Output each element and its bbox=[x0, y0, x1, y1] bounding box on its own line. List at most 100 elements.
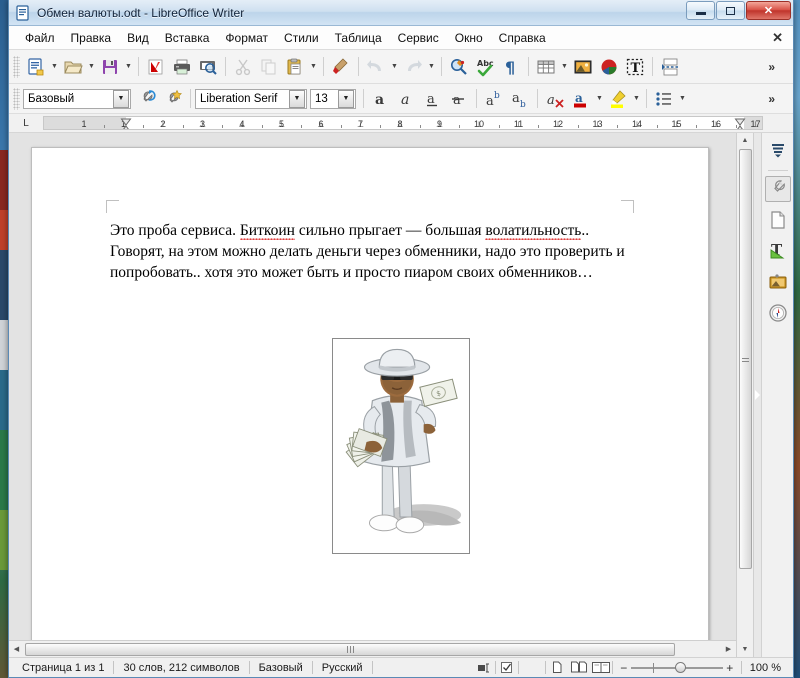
money-man-cartoon-image[interactable]: $ bbox=[332, 338, 470, 554]
vertical-scroll-thumb[interactable] bbox=[738, 149, 752, 569]
undo-button[interactable] bbox=[363, 54, 389, 80]
insert-chart-button[interactable] bbox=[596, 54, 622, 80]
toolbar-grip[interactable] bbox=[13, 55, 20, 78]
copy-button[interactable] bbox=[256, 54, 282, 80]
menu-item-file[interactable]: Файл bbox=[17, 28, 63, 48]
sidebar-navigator-button[interactable] bbox=[765, 300, 791, 326]
selection-mode-icon[interactable] bbox=[473, 662, 495, 674]
default-tab-stop[interactable]: ⊥ bbox=[318, 120, 325, 129]
right-indent-marker[interactable] bbox=[734, 118, 746, 129]
open-document-button[interactable] bbox=[60, 54, 86, 80]
insert-table-button[interactable] bbox=[533, 54, 559, 80]
ruler-track[interactable]: 1 1 2 ⊥ 3 ⊥ 4 ⊥ 5 ⊥ 6 ⊥ 7 ⊥ 8 ⊥ 9 ⊥ 10 ⊥ 11 ⊥ 12 ⊥ 13 ⊥ 14 ⊥ 15 ⊥ 16 ⊥ 1… bbox=[43, 116, 763, 130]
vertical-scrollbar[interactable]: ▲ ▼ bbox=[736, 133, 753, 657]
export-pdf-button[interactable] bbox=[143, 54, 169, 80]
find-replace-button[interactable] bbox=[446, 54, 472, 80]
default-tab-stop[interactable]: ⊥ bbox=[239, 120, 246, 129]
default-tab-stop[interactable]: ⊥ bbox=[634, 120, 641, 129]
close-button[interactable]: ✕ bbox=[746, 1, 791, 20]
superscript-button[interactable]: a b bbox=[481, 86, 507, 112]
unordered-list-dropdown[interactable]: ▼ bbox=[677, 86, 688, 112]
formatting-toolbar-grip[interactable] bbox=[13, 87, 20, 110]
strikethrough-button[interactable]: a bbox=[446, 86, 472, 112]
paragraph-style-dropdown-icon[interactable]: ▼ bbox=[113, 89, 129, 108]
zoom-slider[interactable]: − + bbox=[613, 661, 741, 675]
insert-text-box-button[interactable]: T bbox=[622, 54, 648, 80]
undo-dropdown[interactable]: ▼ bbox=[389, 54, 400, 80]
highlight-color-button[interactable] bbox=[605, 86, 631, 112]
default-tab-stop[interactable]: ⊥ bbox=[160, 120, 167, 129]
standard-toolbar-overflow[interactable]: » bbox=[768, 60, 775, 74]
italic-button[interactable]: a bbox=[394, 86, 420, 112]
document-text[interactable]: Это проба сервиса. Биткоин сильно прыгае… bbox=[110, 220, 640, 283]
default-tab-stop[interactable]: ⊥ bbox=[594, 120, 601, 129]
horizontal-ruler[interactable]: L 1 1 2 ⊥ 3 ⊥ 4 ⊥ 5 ⊥ 6 ⊥ 7 ⊥ 8 ⊥ 9 ⊥ 10 ⊥ 11 ⊥ 12 ⊥ 13 ⊥ 14 ⊥ 15 ⊥ 16… bbox=[9, 114, 793, 133]
menu-item-tools[interactable]: Сервис bbox=[390, 28, 447, 48]
horizontal-scroll-thumb[interactable] bbox=[25, 642, 675, 656]
print-preview-button[interactable] bbox=[195, 54, 221, 80]
book-view-icon[interactable] bbox=[590, 661, 612, 674]
sidebar-settings-button[interactable] bbox=[765, 137, 791, 163]
formatting-toolbar-overflow[interactable]: » bbox=[768, 92, 775, 106]
menu-item-insert[interactable]: Вставка bbox=[157, 28, 218, 48]
font-size-combo[interactable]: 13 ▼ bbox=[310, 88, 356, 109]
scroll-right-arrow[interactable]: ▶ bbox=[721, 642, 736, 657]
clone-formatting-button[interactable] bbox=[328, 54, 354, 80]
formatting-marks-button[interactable]: ¶ bbox=[498, 54, 524, 80]
menu-item-window[interactable]: Окно bbox=[447, 28, 491, 48]
insert-image-button[interactable] bbox=[570, 54, 596, 80]
paragraph-style-combo[interactable]: Базовый ▼ bbox=[23, 88, 131, 109]
default-tab-stop[interactable]: ⊥ bbox=[476, 120, 483, 129]
horizontal-scrollbar[interactable]: ◀ ▶ bbox=[9, 640, 736, 657]
font-name-combo[interactable]: Liberation Serif ▼ bbox=[195, 88, 307, 109]
sidebar-page-button[interactable] bbox=[765, 207, 791, 233]
zoom-slider-track[interactable] bbox=[630, 661, 723, 673]
document-modified-icon[interactable] bbox=[496, 661, 518, 674]
update-style-button[interactable] bbox=[134, 86, 160, 112]
zoom-in-button[interactable]: + bbox=[725, 661, 735, 675]
default-tab-stop[interactable]: ⊥ bbox=[278, 120, 285, 129]
menu-item-table[interactable]: Таблица bbox=[327, 28, 390, 48]
default-tab-stop[interactable]: ⊥ bbox=[357, 120, 364, 129]
bold-button[interactable]: a bbox=[368, 86, 394, 112]
zoom-value[interactable]: 100 % bbox=[742, 662, 789, 674]
default-tab-stop[interactable]: ⊥ bbox=[515, 120, 522, 129]
zoom-slider-knob[interactable] bbox=[674, 661, 686, 673]
default-tab-stop[interactable]: ⊥ bbox=[713, 120, 720, 129]
cut-button[interactable] bbox=[230, 54, 256, 80]
save-document-button[interactable] bbox=[97, 54, 123, 80]
status-page-style[interactable]: Базовый bbox=[250, 662, 312, 674]
sidebar-gallery-button[interactable] bbox=[765, 269, 791, 295]
sidebar-hide-handle[interactable] bbox=[753, 133, 761, 657]
maximize-button[interactable] bbox=[716, 1, 745, 20]
insert-table-dropdown[interactable]: ▼ bbox=[559, 54, 570, 80]
close-document-button[interactable]: ✕ bbox=[772, 30, 783, 46]
single-page-view-icon[interactable] bbox=[546, 661, 568, 674]
scroll-left-arrow[interactable]: ◀ bbox=[9, 642, 24, 657]
tab-stop-selector[interactable]: L bbox=[9, 114, 43, 132]
font-size-dropdown-icon[interactable]: ▼ bbox=[338, 89, 354, 108]
scroll-down-arrow[interactable]: ▼ bbox=[738, 642, 753, 657]
menu-item-edit[interactable]: Правка bbox=[63, 28, 120, 48]
left-indent-marker[interactable] bbox=[120, 118, 132, 129]
font-name-dropdown-icon[interactable]: ▼ bbox=[289, 89, 305, 108]
redo-button[interactable] bbox=[400, 54, 426, 80]
new-document-button[interactable] bbox=[23, 54, 49, 80]
paste-button[interactable] bbox=[282, 54, 308, 80]
status-page[interactable]: Страница 1 из 1 bbox=[13, 662, 113, 674]
font-color-dropdown[interactable]: ▼ bbox=[594, 86, 605, 112]
zoom-out-button[interactable]: − bbox=[619, 661, 629, 675]
default-tab-stop[interactable]: ⊥ bbox=[673, 120, 680, 129]
default-tab-stop[interactable]: ⊥ bbox=[752, 120, 759, 129]
sidebar-styles-button[interactable]: T bbox=[765, 238, 791, 264]
new-style-button[interactable] bbox=[160, 86, 186, 112]
new-document-dropdown[interactable]: ▼ bbox=[49, 54, 60, 80]
menu-item-styles[interactable]: Стили bbox=[276, 28, 327, 48]
highlight-color-dropdown[interactable]: ▼ bbox=[631, 86, 642, 112]
unordered-list-button[interactable] bbox=[651, 86, 677, 112]
redo-dropdown[interactable]: ▼ bbox=[426, 54, 437, 80]
page-break-button[interactable] bbox=[657, 54, 683, 80]
menu-item-view[interactable]: Вид bbox=[119, 28, 157, 48]
open-document-dropdown[interactable]: ▼ bbox=[86, 54, 97, 80]
document-page[interactable]: Это проба сервиса. Биткоин сильно прыгае… bbox=[31, 147, 709, 640]
